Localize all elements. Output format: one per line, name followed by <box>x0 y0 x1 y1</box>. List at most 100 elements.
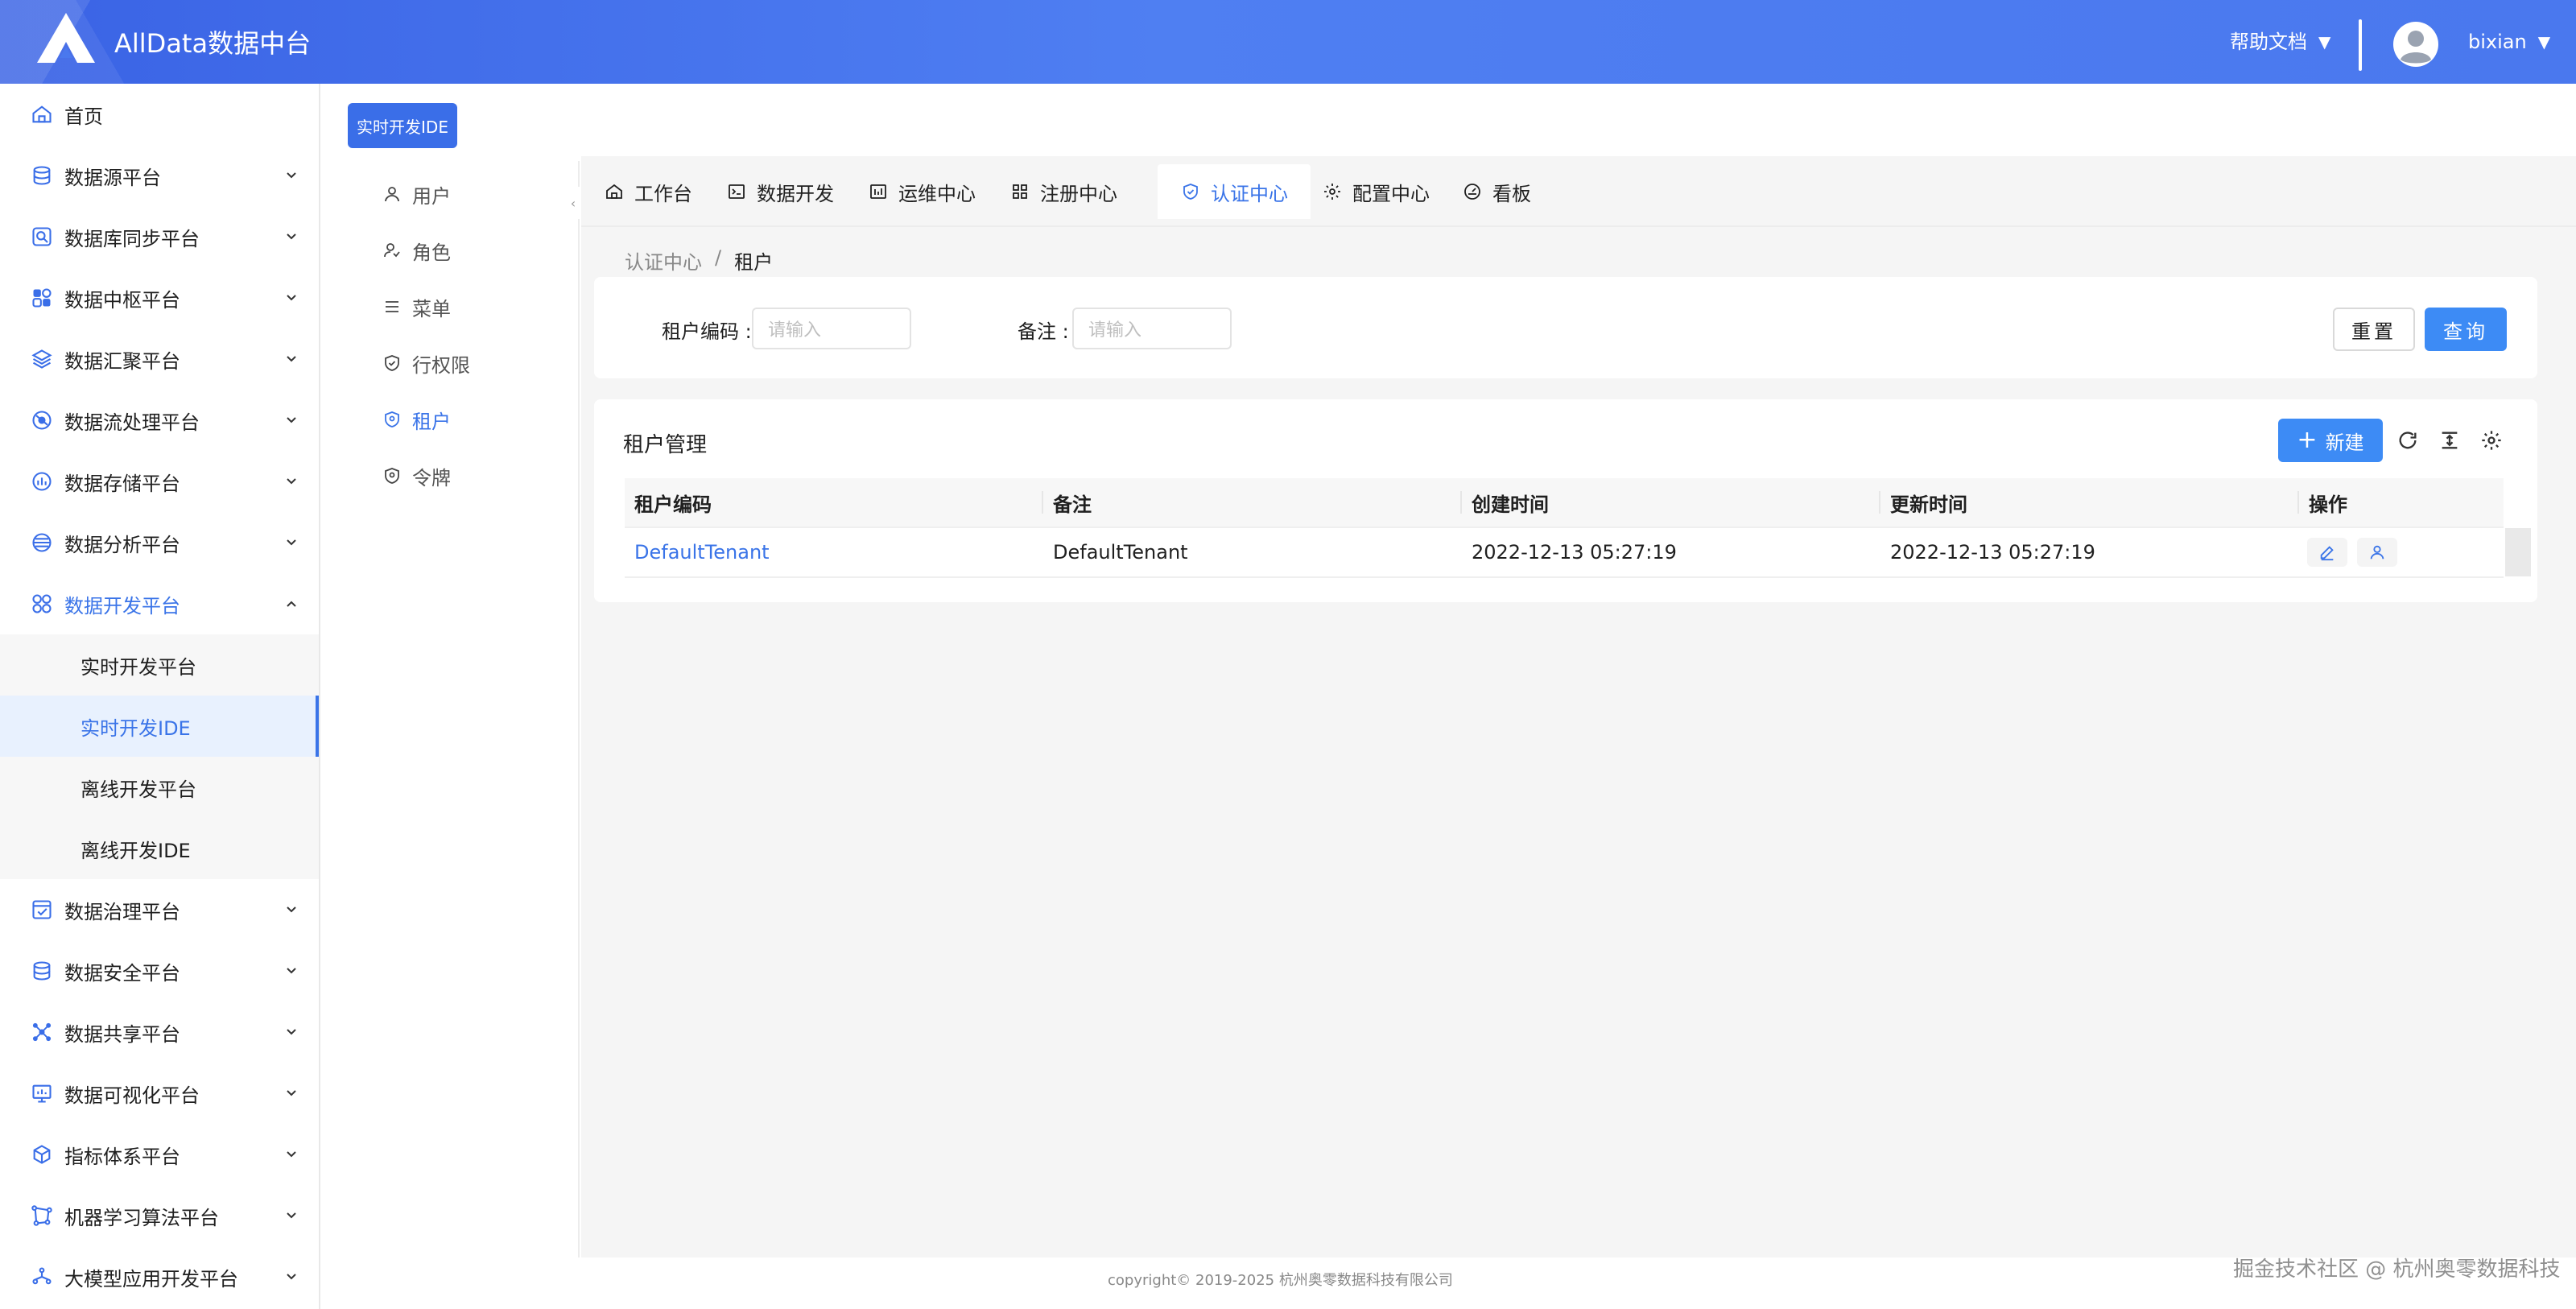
tag-realtime-ide[interactable]: 实时开发IDE <box>348 103 457 148</box>
sidebar-item-visualization[interactable]: 数据可视化平台 <box>0 1063 319 1124</box>
tenant-code-input[interactable]: 请输入 <box>752 308 911 349</box>
layers-icon <box>29 346 55 372</box>
sidebar-subitem-offline-ide[interactable]: 离线开发IDE <box>0 818 319 879</box>
submenu-item-label: 行权限 <box>412 353 470 377</box>
terminal-icon <box>726 181 747 202</box>
search-filter-card: 租户编码 : 请输入 备注 : 请输入 重置 查询 <box>594 277 2537 378</box>
sidebar-item-data-dev[interactable]: 数据开发平台 <box>0 573 319 634</box>
sidebar-item-storage[interactable]: 数据存储平台 <box>0 451 319 512</box>
tab-data-dev[interactable]: 数据开发 <box>704 164 857 219</box>
column-height-icon[interactable] <box>2438 428 2462 452</box>
tab-auth-center[interactable]: 认证中心 <box>1158 164 1311 219</box>
sidebar-item-security[interactable]: 数据安全平台 <box>0 940 319 1001</box>
edit-icon[interactable] <box>2307 538 2347 567</box>
sidebar-item-share[interactable]: 数据共享平台 <box>0 1001 319 1063</box>
tenant-code-cell[interactable]: DefaultTenant <box>625 528 770 576</box>
tenant-table-card: 租户管理 + 新建 租户编码 备注 创建时间 更新时间 操作 DefaultTe… <box>594 399 2537 602</box>
sidebar-subitem-label: 离线开发平台 <box>80 778 196 801</box>
sidebar-item-label: 指标体系平台 <box>64 1145 180 1168</box>
shield-check-icon <box>1180 181 1201 202</box>
chevron-down-icon <box>287 968 296 974</box>
database-icon <box>29 163 55 188</box>
help-docs-dropdown[interactable]: 帮助文档 ▼ <box>2230 29 2330 55</box>
chevron-down-icon <box>287 478 296 485</box>
hub-icon <box>29 285 55 311</box>
logo-icon[interactable] <box>35 11 97 64</box>
new-tenant-button[interactable]: + 新建 <box>2278 419 2383 462</box>
caret-down-icon: ▼ <box>2537 32 2551 52</box>
column-header: 租户编码 <box>634 493 712 516</box>
breadcrumb-parent[interactable]: 认证中心 <box>625 246 702 275</box>
storage-icon <box>29 469 55 494</box>
table-settings-icon[interactable] <box>2479 428 2504 452</box>
collapse-submenu-button[interactable]: ‹ <box>564 187 583 219</box>
chevron-down-icon <box>287 1212 296 1219</box>
updated-time-cell: 2022-12-13 05:27:19 <box>1890 541 2095 564</box>
breadcrumb-current: 租户 <box>734 251 774 274</box>
sidebar-item-data-collect[interactable]: 数据汇聚平台 <box>0 328 319 390</box>
sidebar-item-label: 数据中枢平台 <box>64 288 180 312</box>
submenu-item-menu[interactable]: 菜单 <box>348 279 578 335</box>
sidebar-item-ml[interactable]: 机器学习算法平台 <box>0 1185 319 1246</box>
sidebar-item-governance[interactable]: 数据治理平台 <box>0 879 319 940</box>
tab-config-center[interactable]: 配置中心 <box>1299 164 1452 219</box>
sidebar-item-label: 数据安全平台 <box>64 961 180 985</box>
role-icon <box>382 240 402 261</box>
refresh-icon[interactable] <box>2396 428 2420 452</box>
sidebar-item-stream[interactable]: 数据流处理平台 <box>0 390 319 451</box>
remark-cell: DefaultTenant <box>1053 541 1188 564</box>
governance-icon <box>29 897 55 923</box>
submenu-item-role[interactable]: 角色 <box>348 222 578 279</box>
reset-button[interactable]: 重置 <box>2333 308 2415 351</box>
watermark-text: 掘金技术社区 @ 杭州奥零数据科技 <box>2233 1257 2561 1282</box>
tab-registry[interactable]: 注册中心 <box>987 164 1140 219</box>
copyright-text: copyright© 2019-2025 杭州奥零数据科技有限公司 <box>1108 1272 1453 1289</box>
submenu-item-row-permission[interactable]: 行权限 <box>348 335 578 391</box>
column-header: 备注 <box>1053 493 1092 516</box>
sidebar-subitem-realtime-dev[interactable]: 实时开发平台 <box>0 634 319 696</box>
avatar-icon[interactable] <box>2392 21 2439 68</box>
breadcrumb-separator: / <box>715 246 722 269</box>
assign-user-icon[interactable] <box>2357 538 2397 567</box>
sidebar-item-data-hub[interactable]: 数据中枢平台 <box>0 267 319 328</box>
shield-key-icon <box>382 465 402 486</box>
chevron-down-icon <box>287 539 296 546</box>
sidebar-item-label: 数据存储平台 <box>64 472 180 495</box>
table-scrollbar[interactable] <box>2505 528 2531 576</box>
sidebar-subitem-realtime-ide[interactable]: 实时开发IDE <box>0 696 319 757</box>
submenu-item-user[interactable]: 用户 <box>348 166 578 222</box>
sidebar-item-home[interactable]: 首页 <box>0 84 319 145</box>
gauge-icon <box>1462 181 1483 202</box>
tab-label: 注册中心 <box>1040 182 1117 205</box>
submenu-item-label: 菜单 <box>412 297 451 320</box>
header-divider <box>2359 19 2362 71</box>
sidebar-item-metrics[interactable]: 指标体系平台 <box>0 1124 319 1185</box>
tab-ops-center[interactable]: 运维中心 <box>845 164 998 219</box>
user-menu[interactable]: bixian ▼ <box>2468 29 2550 55</box>
sidebar-item-label: 数据源平台 <box>64 166 161 189</box>
sidebar-subitem-label: 实时开发IDE <box>80 716 191 740</box>
sidebar-item-label: 数据治理平台 <box>64 900 180 923</box>
security-icon <box>29 958 55 984</box>
sidebar-item-label: 大模型应用开发平台 <box>64 1267 238 1290</box>
home-icon <box>604 181 625 202</box>
query-button[interactable]: 查询 <box>2425 308 2507 351</box>
tab-workbench[interactable]: 工作台 <box>581 164 715 219</box>
submenu-item-token[interactable]: 令牌 <box>348 448 578 504</box>
remark-input[interactable]: 请输入 <box>1072 308 1232 349</box>
stream-icon <box>29 407 55 433</box>
chevron-down-icon <box>287 417 296 423</box>
tab-label: 看板 <box>1492 182 1531 205</box>
sidebar-item-analysis[interactable]: 数据分析平台 <box>0 512 319 573</box>
submenu-item-tenant[interactable]: 租户 <box>348 391 578 448</box>
tab-dashboard[interactable]: 看板 <box>1439 164 1554 219</box>
menu-icon <box>382 296 402 317</box>
sidebar-item-llm[interactable]: 大模型应用开发平台 <box>0 1246 319 1307</box>
tab-label: 配置中心 <box>1352 182 1430 205</box>
sidebar-subitem-offline-dev[interactable]: 离线开发平台 <box>0 757 319 818</box>
monitor-icon <box>29 1080 55 1106</box>
help-docs-label: 帮助文档 <box>2230 31 2307 53</box>
sidebar-item-db-sync[interactable]: 数据库同步平台 <box>0 206 319 267</box>
sidebar-item-datasource[interactable]: 数据源平台 <box>0 145 319 206</box>
column-header: 更新时间 <box>1890 493 1967 516</box>
